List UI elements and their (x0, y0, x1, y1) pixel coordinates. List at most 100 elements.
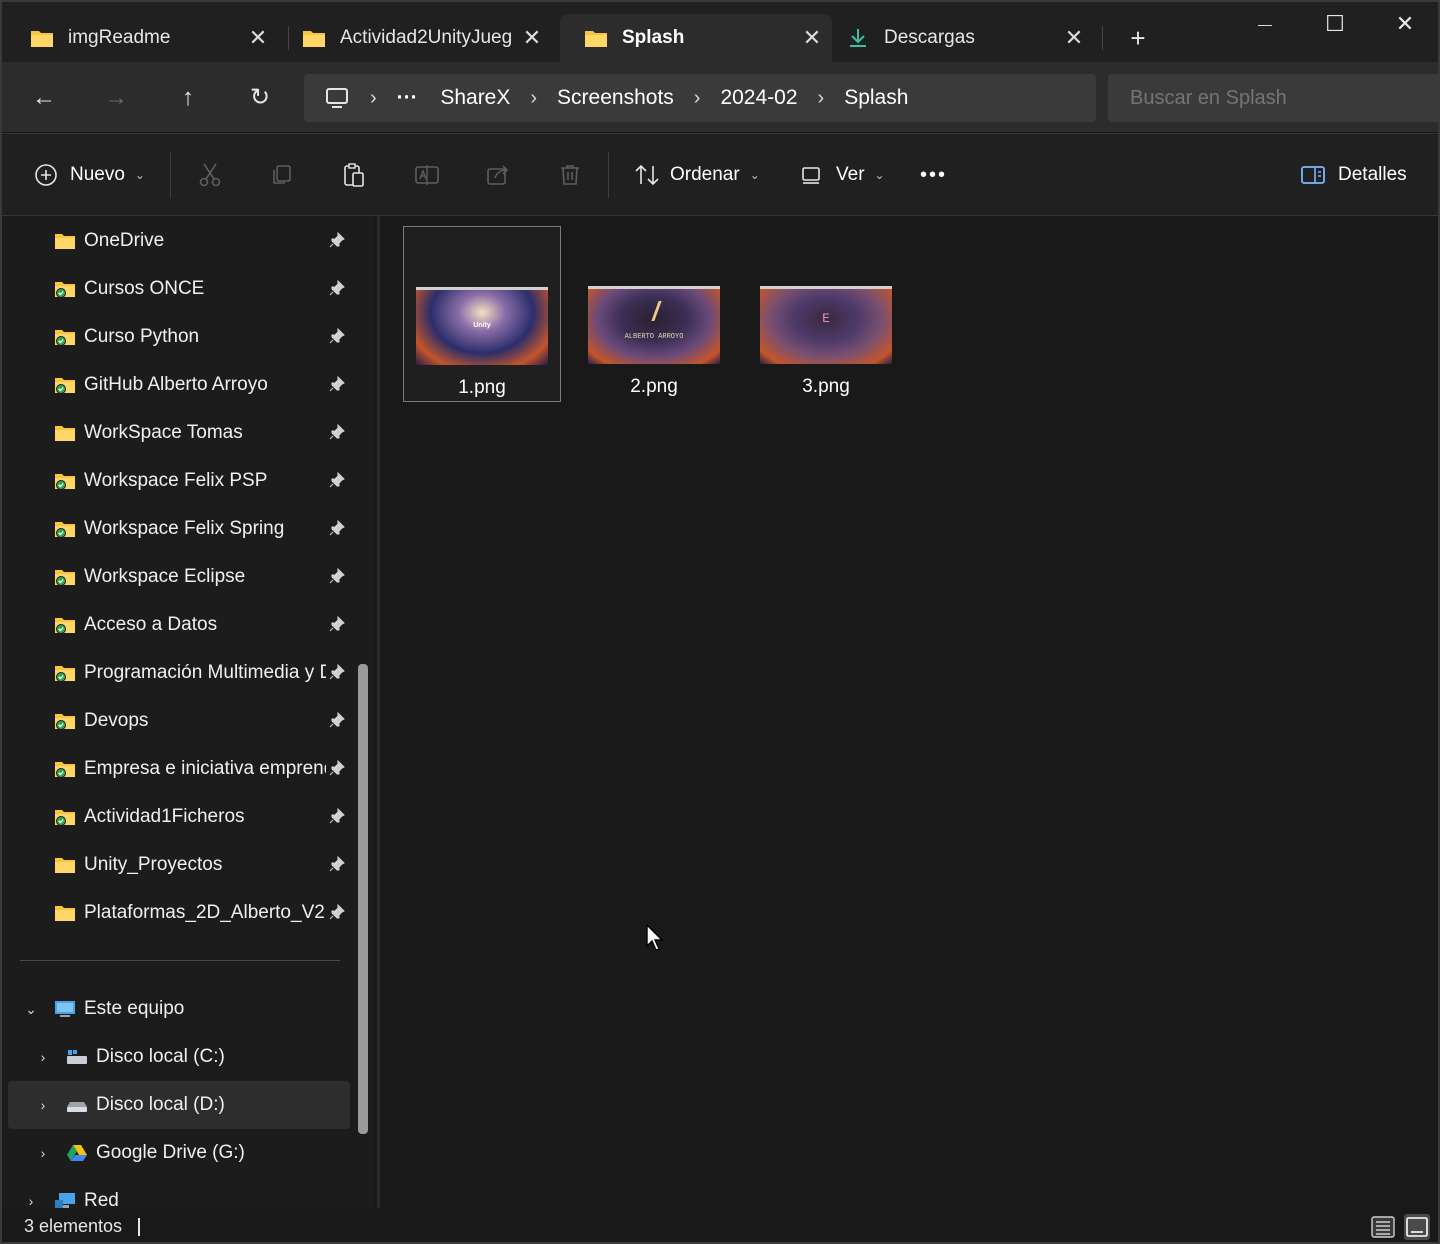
forward-button[interactable]: → (96, 78, 136, 118)
rename-button[interactable] (414, 152, 440, 198)
up-button[interactable]: ↑ (168, 78, 208, 118)
view-button[interactable]: Ver ⌄ (800, 152, 885, 198)
chevron-right-icon[interactable]: › (28, 1097, 58, 1113)
refresh-button[interactable]: ↻ (240, 78, 280, 118)
file-list[interactable]: Unity 1.png ALBERTO ARROYO 2.png E 3.png (380, 216, 1438, 1208)
sidebar-item-drive-g[interactable]: › Google Drive (G:) (28, 1129, 245, 1177)
details-pane-icon (1301, 166, 1325, 184)
chevron-right-icon[interactable]: › (28, 1145, 58, 1161)
sidebar-item-pinned-folder[interactable]: WorkSpace Tomas (54, 409, 354, 457)
back-button[interactable]: ← (24, 78, 64, 118)
scissors-icon (199, 163, 221, 187)
close-window-button[interactable]: ✕ (1370, 2, 1438, 48)
pin-icon[interactable] (328, 903, 346, 922)
sidebar-item-pinned-folder[interactable]: GitHub Alberto Arroyo (54, 361, 354, 409)
breadcrumb-splash[interactable]: Splash (844, 86, 908, 110)
folder-icon (303, 31, 325, 47)
tab-imgreadme[interactable]: imgReadme ✕ (6, 14, 278, 62)
pin-icon[interactable] (328, 327, 346, 346)
sort-button[interactable]: Ordenar ⌄ (634, 152, 760, 198)
file-item-1[interactable]: Unity 1.png (403, 226, 561, 402)
sidebar-item-pinned-folder[interactable]: Acceso a Datos (54, 601, 354, 649)
sidebar-item-pinned-folder[interactable]: OneDrive (54, 217, 354, 265)
breadcrumb-separator[interactable]: › (530, 87, 537, 110)
file-item-2[interactable]: ALBERTO ARROYO 2.png (575, 226, 733, 402)
close-icon[interactable]: ✕ (1054, 25, 1094, 51)
sidebar-item-pinned-folder[interactable]: Unity_Proyectos (54, 841, 354, 889)
pin-icon[interactable] (328, 855, 346, 874)
sidebar-item-pinned-folder[interactable]: Programación Multimedia y Di (54, 649, 354, 697)
pin-icon[interactable] (328, 471, 346, 490)
pin-icon[interactable] (328, 231, 346, 250)
details-label: Detalles (1338, 164, 1407, 185)
item-count: 3 elementos (24, 1216, 123, 1236)
sidebar-item-this-pc[interactable]: ⌄ Este equipo (16, 985, 184, 1033)
sidebar-item-pinned-folder[interactable]: Workspace Felix PSP (54, 457, 354, 505)
details-view-button[interactable] (1370, 1214, 1396, 1240)
pin-icon[interactable] (328, 615, 346, 634)
close-icon[interactable]: ✕ (238, 25, 278, 51)
breadcrumb-separator[interactable]: › (818, 87, 825, 110)
pin-icon[interactable] (328, 807, 346, 826)
tab-descargas[interactable]: Descargas ✕ (822, 14, 1094, 62)
sidebar-item-label: Disco local (C:) (96, 1046, 225, 1067)
maximize-button[interactable]: ☐ (1300, 2, 1370, 48)
paste-icon (344, 163, 364, 187)
thumbnail-view-button[interactable] (1404, 1214, 1430, 1240)
pin-icon[interactable] (328, 663, 346, 682)
image-thumbnail: ALBERTO ARROYO (588, 286, 720, 364)
delete-button[interactable] (558, 152, 582, 198)
pin-icon[interactable] (328, 567, 346, 586)
address-bar[interactable]: › ··· › ShareX › Screenshots › 2024-02 ›… (304, 74, 1096, 122)
sidebar-item-pinned-folder[interactable]: Empresa e iniciativa emprende (54, 745, 354, 793)
pin-icon[interactable] (328, 279, 346, 298)
tab-splash[interactable]: Splash ✕ (560, 14, 832, 62)
sidebar-item-pinned-folder[interactable]: Workspace Felix Spring (54, 505, 354, 553)
pin-icon[interactable] (328, 711, 346, 730)
file-item-3[interactable]: E 3.png (747, 226, 905, 402)
thumbnail-caption: Unity (473, 322, 491, 329)
chevron-down-icon[interactable]: ⌄ (16, 1001, 46, 1018)
sidebar-item-label: Este equipo (84, 998, 185, 1019)
sidebar-item-network[interactable]: › Red (16, 1177, 119, 1208)
sidebar-item-drive-d[interactable]: › Disco local (D:) (8, 1081, 350, 1129)
sidebar-item-pinned-folder[interactable]: Curso Python (54, 313, 354, 361)
breadcrumb-separator[interactable]: › (370, 87, 377, 110)
new-tab-button[interactable]: + (1116, 20, 1160, 56)
sidebar-item-label: Red (84, 1190, 119, 1208)
sidebar-item-pinned-folder[interactable]: Devops (54, 697, 354, 745)
sidebar-item-pinned-folder[interactable]: Workspace Eclipse (54, 553, 354, 601)
chevron-down-icon: ⌄ (134, 168, 145, 182)
cut-button[interactable] (198, 152, 222, 198)
sidebar-item-drive-c[interactable]: › Disco local (C:) (28, 1033, 225, 1081)
copy-button[interactable] (270, 152, 294, 198)
breadcrumb-overflow[interactable]: ··· (397, 86, 418, 110)
sidebar-item-pinned-folder[interactable]: Plataformas_2D_Alberto_V2 (54, 889, 354, 937)
sidebar-item-label: Workspace Felix Spring (84, 518, 285, 539)
chevron-right-icon[interactable]: › (28, 1049, 58, 1065)
breadcrumb-screenshots[interactable]: Screenshots (557, 86, 674, 110)
details-button[interactable]: Detalles (1300, 152, 1407, 198)
pin-icon[interactable] (328, 519, 346, 538)
pin-icon[interactable] (328, 375, 346, 394)
sidebar-item-label: Devops (84, 710, 149, 731)
computer-icon[interactable] (324, 86, 350, 110)
breadcrumb-sharex[interactable]: ShareX (440, 86, 510, 110)
close-icon[interactable]: ✕ (512, 25, 552, 51)
tab-actividad2[interactable]: Actividad2UnityJuego ✕ (278, 14, 552, 62)
more-options-button[interactable]: ••• (920, 152, 947, 198)
pin-icon[interactable] (328, 759, 346, 778)
minimize-button[interactable]: — (1230, 2, 1300, 48)
sidebar-item-pinned-folder[interactable]: Actividad1Ficheros (54, 793, 354, 841)
breadcrumb-2024-02[interactable]: 2024-02 (720, 86, 797, 110)
sidebar-item-pinned-folder[interactable]: Cursos ONCE (54, 265, 354, 313)
search-input[interactable] (1108, 74, 1438, 122)
share-button[interactable] (486, 152, 510, 198)
pin-icon[interactable] (328, 423, 346, 442)
chevron-right-icon[interactable]: › (16, 1193, 46, 1208)
paste-button[interactable] (342, 152, 366, 198)
breadcrumb-separator[interactable]: › (694, 87, 701, 110)
sidebar-scrollbar-thumb[interactable] (358, 664, 368, 1134)
thumbnail-caption: E (822, 311, 830, 326)
new-button[interactable]: Nuevo ⌄ (34, 152, 145, 198)
